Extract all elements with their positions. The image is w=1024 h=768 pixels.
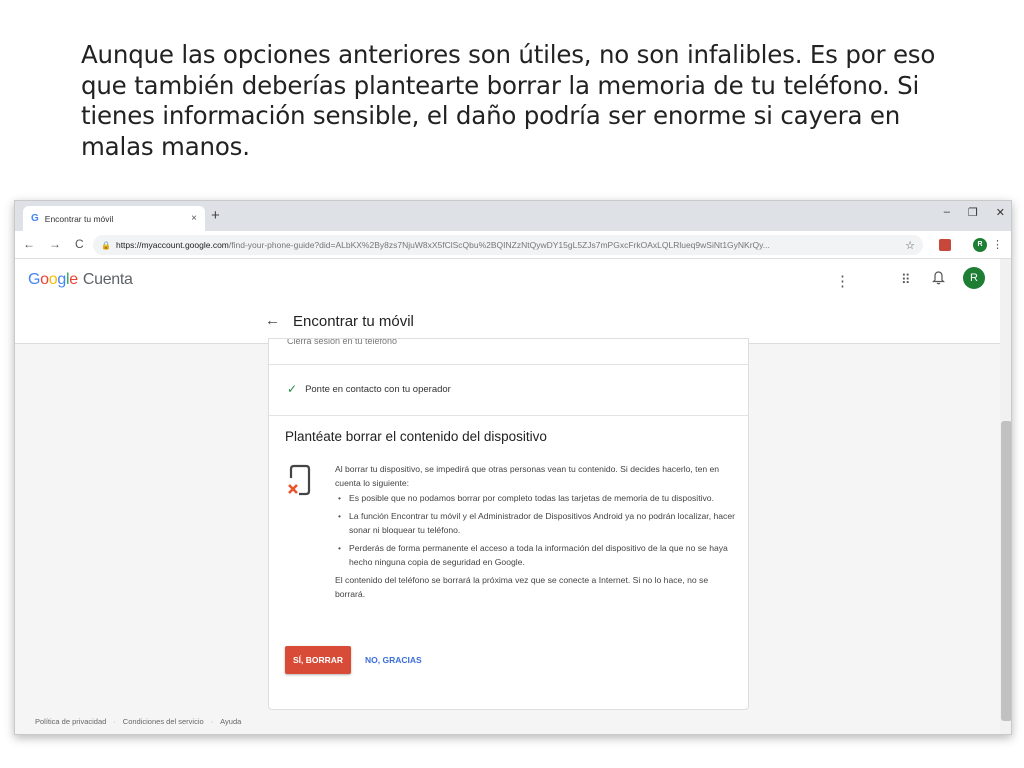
step-label: Ponte en contacto con tu operador [305, 383, 451, 395]
logo-letter: o [40, 271, 49, 288]
close-tab-icon[interactable]: × [191, 213, 197, 224]
outro-text: El contenido del teléfono se borrará la … [335, 575, 709, 599]
back-arrow-icon[interactable]: ← [265, 312, 280, 329]
cancel-button[interactable]: NO, GRACIAS [357, 646, 430, 674]
back-icon[interactable]: ← [23, 237, 35, 251]
list-item: Es posible que no podamos borrar por com… [335, 491, 735, 505]
lock-icon: 🔒 [101, 240, 111, 250]
browser-profile-icon[interactable]: R [973, 238, 987, 252]
erase-section-title: Plantéate borrar el contenido del dispos… [285, 429, 547, 444]
address-bar: ← → C 🔒 https://myaccount.google.com /fi… [15, 231, 1011, 259]
tab-title: Encontrar tu móvil [44, 213, 114, 224]
pdf-extension-icon[interactable] [939, 239, 951, 251]
browser-screenshot: G Encontrar tu móvil × + – ❐ ✕ ← → C 🔒 h… [14, 200, 1012, 735]
google-cuenta-logo[interactable]: Google Cuenta [28, 271, 133, 289]
footer-separator: · [113, 717, 116, 726]
cut-off-step: Cierra sesión en tu teléfono [287, 339, 398, 346]
scrollbar-thumb[interactable] [1001, 421, 1011, 721]
tab-encontrar-movil[interactable]: G Encontrar tu móvil × [23, 206, 205, 231]
step-contact-carrier: ✓ Ponte en contacto con tu operador [287, 382, 451, 396]
main-content: Cierra sesión en tu teléfono ✓ Ponte en … [15, 338, 1000, 734]
erase-description: Al borrar tu dispositivo, se impedirá qu… [335, 462, 735, 601]
terms-link[interactable]: Condiciones del servicio [123, 717, 204, 726]
slide-caption: Aunque las opciones anteriores son útile… [81, 40, 936, 161]
notifications-bell-icon[interactable] [932, 271, 945, 288]
close-window-icon[interactable]: ✕ [996, 206, 1005, 219]
list-item: Perderás de forma permanente el acceso a… [335, 541, 735, 569]
footer-links: Política de privacidad · Condiciones del… [35, 717, 241, 726]
intro-text: Al borrar tu dispositivo, se impedirá qu… [335, 464, 720, 488]
checkmark-icon: ✓ [287, 382, 298, 396]
page-title: Encontrar tu móvil [293, 313, 414, 330]
footer-separator: · [210, 717, 214, 726]
help-link[interactable]: Ayuda [220, 717, 241, 726]
list-item: La función Encontrar tu móvil y el Admin… [335, 509, 735, 537]
google-header: Google Cuenta ⋮ ⠿ R [15, 259, 1011, 301]
url-path: /find-your-phone-guide?did=ALbKX%2By8zs7… [228, 240, 770, 250]
warning-list: Es posible que no podamos borrar por com… [335, 491, 735, 569]
phone-erase-icon [288, 464, 311, 496]
confirm-erase-button[interactable]: SÍ, BORRAR [285, 646, 351, 674]
tab-strip: G Encontrar tu móvil × + – ❐ ✕ [15, 201, 1011, 231]
logo-letter: e [69, 271, 78, 288]
new-tab-button[interactable]: + [211, 207, 220, 224]
privacy-link[interactable]: Política de privacidad [35, 717, 106, 726]
divider [269, 364, 748, 365]
window-controls: – ❐ ✕ [944, 206, 1005, 219]
guide-card: Cierra sesión en tu teléfono ✓ Ponte en … [268, 338, 749, 710]
url-host: https://myaccount.google.com [115, 240, 229, 250]
logo-letter: g [57, 271, 66, 288]
google-favicon-icon: G [31, 213, 39, 224]
logo-letter: G [28, 271, 41, 288]
reload-icon[interactable]: C [75, 237, 84, 251]
forward-icon[interactable]: → [49, 237, 61, 251]
minimize-icon[interactable]: – [944, 206, 950, 219]
account-avatar[interactable]: R [963, 267, 985, 289]
more-options-icon[interactable]: ⋮ [835, 272, 850, 290]
apps-grid-icon[interactable]: ⠿ [901, 272, 910, 288]
bookmark-star-icon[interactable]: ☆ [901, 239, 915, 252]
divider [269, 415, 748, 416]
restore-icon[interactable]: ❐ [968, 206, 978, 219]
product-name: Cuenta [82, 271, 133, 288]
browser-menu-icon[interactable]: ⋮ [992, 238, 1003, 251]
url-input[interactable]: 🔒 https://myaccount.google.com /find-you… [93, 235, 923, 255]
nav-buttons: ← → C [23, 237, 84, 251]
